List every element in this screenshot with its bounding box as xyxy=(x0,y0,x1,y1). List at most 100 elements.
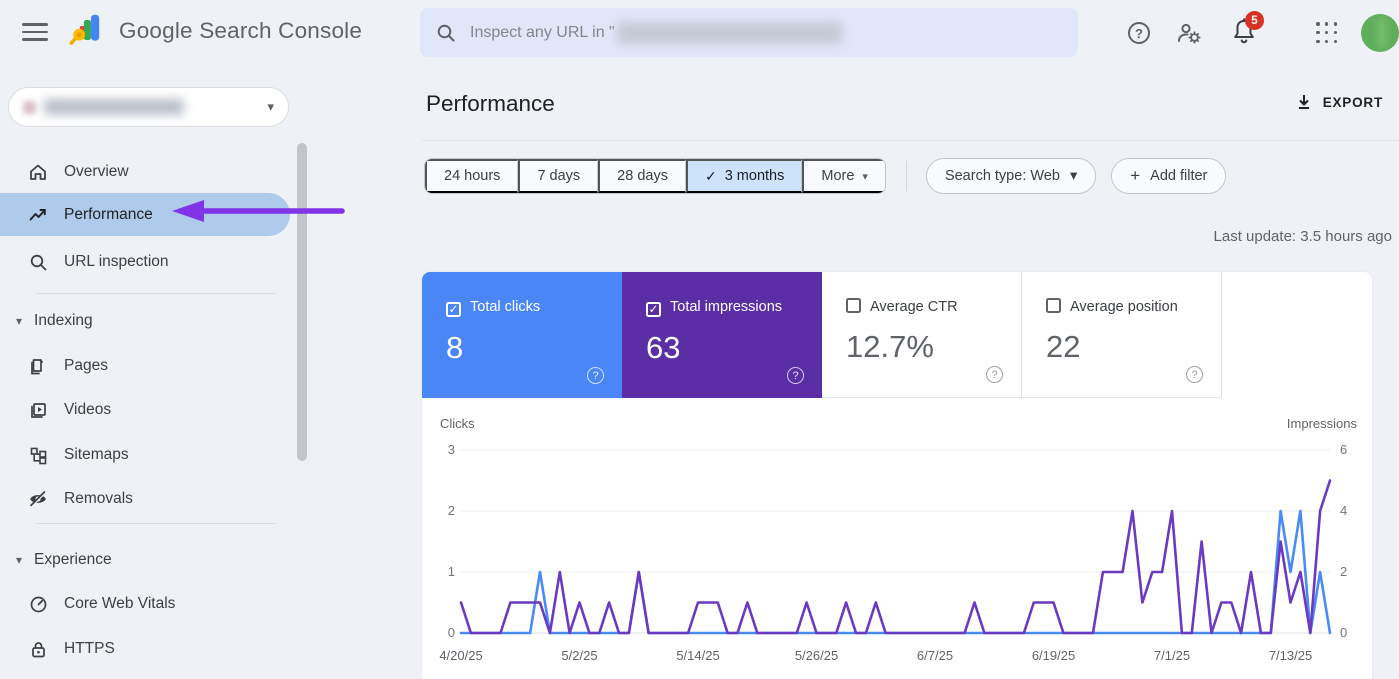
menu-icon[interactable] xyxy=(22,21,48,43)
metric-card-total-impressions[interactable]: ✓Total impressions 63 ? xyxy=(622,272,822,398)
sidebar-item-label: Performance xyxy=(64,206,153,224)
sidebar-nav: ▾ Overview Performance URL inspection ▾ … xyxy=(0,65,312,679)
video-icon xyxy=(28,400,48,420)
help-icon[interactable]: ? xyxy=(587,367,604,384)
metric-cards: ✓Total clicks 8 ? ✓Total impressions 63 … xyxy=(422,272,1372,398)
sidebar-item-pages[interactable]: Pages xyxy=(0,346,290,386)
trending-up-icon xyxy=(28,205,48,225)
lock-icon xyxy=(28,639,48,659)
filter-bar: 24 hours 7 days 28 days ✓ 3 months More … xyxy=(424,158,1226,194)
metric-card-average-ctr[interactable]: Average CTR 12.7% ? xyxy=(822,272,1022,398)
svg-text:0: 0 xyxy=(1340,625,1347,640)
metric-value: 63 xyxy=(646,330,822,366)
checkbox-unchecked-icon[interactable] xyxy=(846,298,861,313)
svg-text:2: 2 xyxy=(1340,564,1347,579)
svg-text:3: 3 xyxy=(448,442,455,457)
divider xyxy=(36,523,276,524)
left-axis-ticks: 3 2 1 0 xyxy=(448,442,455,640)
sidebar-section-experience[interactable]: ▾ Experience xyxy=(0,544,290,576)
sidebar-item-label: Core Web Vitals xyxy=(64,595,175,613)
metric-value: 12.7% xyxy=(846,329,1021,365)
right-axis-title: Impressions xyxy=(1287,416,1358,431)
checkbox-checked-icon[interactable]: ✓ xyxy=(446,302,461,317)
export-button[interactable]: EXPORT xyxy=(1295,93,1383,111)
tab-more[interactable]: More ▾ xyxy=(802,159,885,193)
metric-card-average-position[interactable]: Average position 22 ? xyxy=(1022,272,1222,398)
help-icon[interactable]: ? xyxy=(1125,19,1153,47)
checkbox-checked-icon[interactable]: ✓ xyxy=(646,302,661,317)
property-selector[interactable]: ▾ xyxy=(8,87,289,127)
chevron-down-icon: ▾ xyxy=(16,553,22,567)
divider xyxy=(422,140,1399,141)
gridlines xyxy=(461,450,1330,633)
sidebar-item-label: Removals xyxy=(64,490,133,508)
sidebar-item-label: HTTPS xyxy=(64,640,115,658)
url-inspection-searchbar[interactable]: Inspect any URL in " xyxy=(420,8,1078,57)
sidebar-item-label: URL inspection xyxy=(64,253,169,271)
metric-value: 8 xyxy=(446,330,622,366)
right-axis-ticks: 6 4 2 0 xyxy=(1340,442,1347,640)
tab-28-days[interactable]: 28 days xyxy=(598,159,686,193)
left-axis-title: Clicks xyxy=(440,416,475,431)
check-icon: ✓ xyxy=(705,168,717,185)
sidebar-scrollbar[interactable] xyxy=(297,143,307,461)
help-icon[interactable]: ? xyxy=(1186,366,1203,383)
sidebar-item-videos[interactable]: Videos xyxy=(0,390,290,430)
svg-text:0: 0 xyxy=(448,625,455,640)
eye-off-icon xyxy=(28,489,48,509)
svg-text:7/1/25: 7/1/25 xyxy=(1154,648,1190,663)
tab-24-hours[interactable]: 24 hours xyxy=(425,159,518,193)
tab-3-months[interactable]: ✓ 3 months xyxy=(686,159,802,193)
sidebar-item-https[interactable]: HTTPS xyxy=(0,629,290,669)
cards-spacer xyxy=(1222,272,1372,398)
search-type-dropdown[interactable]: Search type: Web ▾ xyxy=(926,158,1096,194)
svg-text:6/7/25: 6/7/25 xyxy=(917,648,953,663)
download-icon xyxy=(1295,93,1313,111)
help-icon[interactable]: ? xyxy=(787,367,804,384)
performance-panel: ✓Total clicks 8 ? ✓Total impressions 63 … xyxy=(422,272,1372,679)
plus-icon: + xyxy=(1130,166,1140,186)
account-avatar[interactable] xyxy=(1361,14,1399,52)
search-console-logo-icon xyxy=(68,12,108,54)
sidebar-item-label: Pages xyxy=(64,357,108,375)
chevron-down-icon: ▾ xyxy=(16,314,22,328)
series-line-impressions xyxy=(461,481,1330,634)
chart-series xyxy=(461,481,1330,634)
sidebar-item-sitemaps[interactable]: Sitemaps xyxy=(0,435,290,475)
person-gear-icon xyxy=(1176,20,1202,46)
divider xyxy=(906,161,907,191)
sidebar-item-removals[interactable]: Removals xyxy=(0,479,290,519)
page-title: Performance xyxy=(426,91,555,117)
redacted-property-url xyxy=(617,22,842,44)
sidebar-item-label: Sitemaps xyxy=(64,446,129,464)
help-icon[interactable]: ? xyxy=(986,366,1003,383)
add-filter-button[interactable]: + Add filter xyxy=(1111,158,1226,194)
property-favicon xyxy=(23,101,36,114)
notifications-bell-icon[interactable]: 5 xyxy=(1231,17,1263,49)
search-icon xyxy=(436,23,456,43)
tab-7-days[interactable]: 7 days xyxy=(518,159,598,193)
sidebar-item-label: Videos xyxy=(64,401,111,419)
svg-text:7/13/25: 7/13/25 xyxy=(1269,648,1312,663)
sidebar-item-overview[interactable]: Overview xyxy=(0,152,290,192)
chevron-down-icon: ▾ xyxy=(862,170,868,183)
user-settings-icon[interactable] xyxy=(1175,19,1203,47)
sidebar-item-core-web-vitals[interactable]: Core Web Vitals xyxy=(0,584,290,624)
performance-chart[interactable]: Clicks Impressions 3 2 1 0 6 4 xyxy=(422,398,1372,679)
metric-card-total-clicks[interactable]: ✓Total clicks 8 ? xyxy=(422,272,622,398)
home-icon xyxy=(28,162,48,182)
sidebar-item-performance[interactable]: Performance xyxy=(0,193,290,236)
svg-text:4: 4 xyxy=(1340,503,1347,518)
google-apps-grid-icon[interactable] xyxy=(1316,22,1338,44)
checkbox-unchecked-icon[interactable] xyxy=(1046,298,1061,313)
search-placeholder: Inspect any URL in " xyxy=(470,24,615,42)
top-app-bar: Google Search Console Inspect any URL in… xyxy=(0,0,1399,65)
app-title: Google Search Console xyxy=(119,18,362,44)
magnifier-icon xyxy=(28,252,48,272)
redacted-property-name xyxy=(44,99,184,115)
sidebar-item-url-inspection[interactable]: URL inspection xyxy=(0,242,290,282)
divider xyxy=(36,293,276,294)
sidebar-section-indexing[interactable]: ▾ Indexing xyxy=(0,305,290,337)
metric-value: 22 xyxy=(1046,329,1221,365)
svg-text:2: 2 xyxy=(448,503,455,518)
